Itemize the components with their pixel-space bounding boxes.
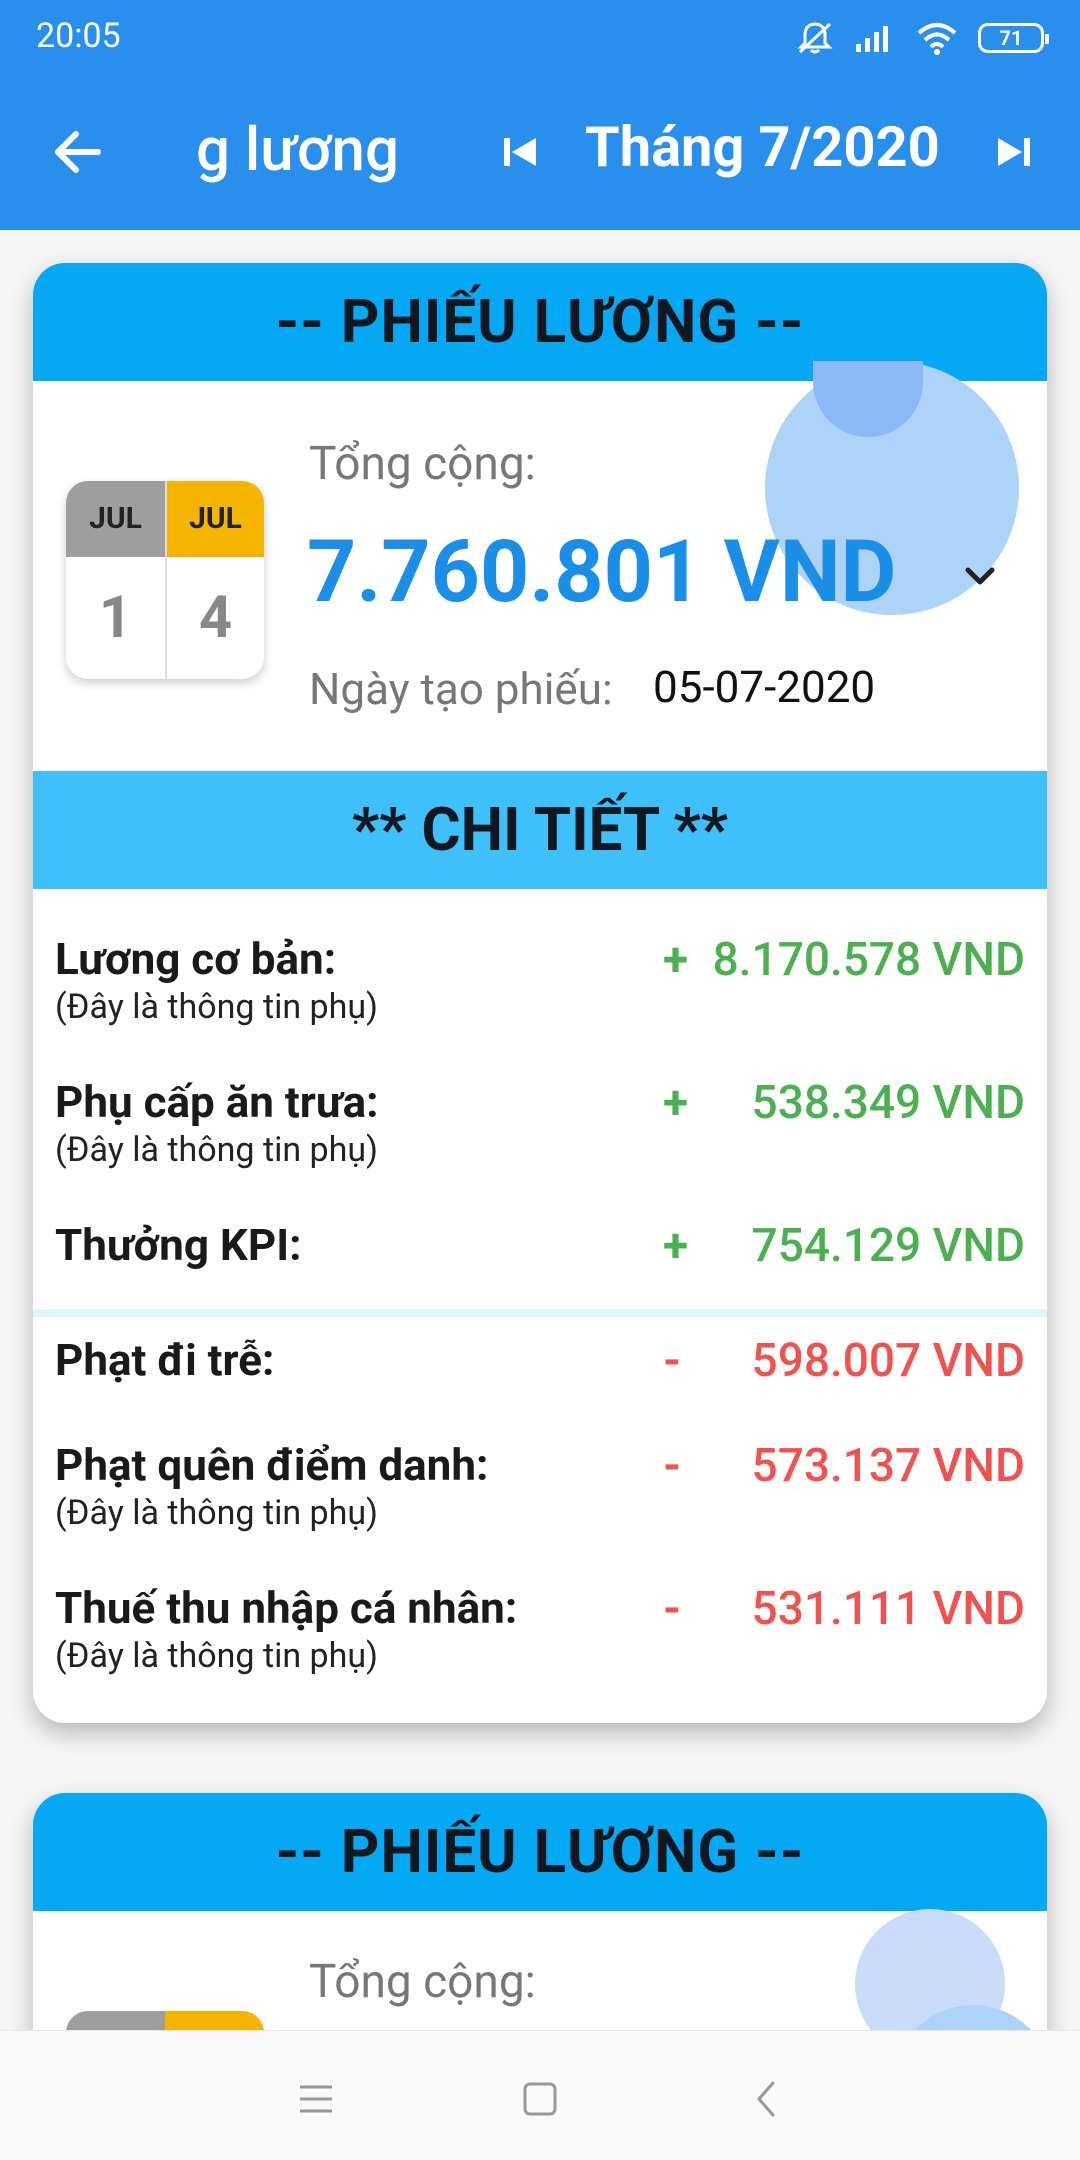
battery-icon: 71 (978, 23, 1049, 53)
detail-header: ** CHI TIẾT ** (33, 771, 1047, 889)
payslip-header: -- PHIẾU LƯƠNG -- (33, 1793, 1047, 1911)
calendar-start-day: 1 (98, 584, 133, 652)
payslip-card: -- PHIẾU LƯƠNG -- Tổng cộng: (33, 1793, 1047, 2030)
detail-row-kpi-bonus: Thưởng KPI: + 754.129 VND (55, 1219, 1025, 1273)
detail-amount: 754.129 VND (751, 1219, 1025, 1273)
detail-sign: + (663, 933, 689, 987)
detail-row-base-salary: Lương cơ bản: (Đây là thông tin phụ) + 8… (55, 933, 1025, 1027)
status-bar: 20:05 71 (0, 0, 1080, 76)
skip-next-icon[interactable] (984, 116, 1044, 188)
total-value: 7.760.801 VND (307, 521, 897, 622)
detail-sign: + (663, 1076, 689, 1130)
date-range-calendar-icon: JUL 1 JUL 4 (66, 481, 264, 679)
calendar-start-month: JUL (66, 481, 165, 557)
back-arrow-icon[interactable] (40, 116, 112, 188)
chevron-down-icon[interactable] (955, 551, 1005, 601)
date-range-calendar-icon (66, 2011, 264, 2030)
detail-amount: 8.170.578 VND (712, 933, 1025, 987)
system-nav-bar (0, 2030, 1080, 2160)
detail-amount: 531.111 VND (751, 1582, 1025, 1636)
detail-row-late-penalty: Phạt đi trễ: - 598.007 VND (55, 1334, 1025, 1388)
payslip-summary: JUL 1 JUL 4 Tổng cộng: 7.760.801 VND Ngà… (33, 361, 1047, 771)
calendar-end-month: JUL (167, 481, 264, 557)
signal-icon (856, 26, 888, 52)
detail-sign: - (663, 1439, 682, 1493)
back-icon[interactable] (737, 2069, 797, 2129)
detail-row-attendance-penalty: Phạt quên điểm danh: (Đây là thông tin p… (55, 1439, 1025, 1533)
calendar-start: JUL 1 (66, 481, 165, 679)
divider (33, 1309, 1047, 1317)
mute-icon (797, 22, 833, 54)
detail-sign: + (663, 1219, 689, 1273)
detail-row-lunch-allowance: Phụ cấp ăn trưa: (Đây là thông tin phụ) … (55, 1076, 1025, 1170)
skip-previous-icon[interactable] (490, 116, 550, 188)
home-icon[interactable] (510, 2069, 570, 2129)
payslip-card: -- PHIẾU LƯƠNG -- JUL 1 JUL 4 Tổng cộng:… (33, 263, 1047, 1723)
page-title: g lương (196, 114, 399, 185)
created-date-value: 05-07-2020 (653, 661, 876, 713)
created-date-label: Ngày tạo phiếu: (309, 663, 613, 715)
wifi-icon (917, 23, 957, 55)
total-label: Tổng cộng: (309, 437, 536, 491)
detail-sign: - (663, 1582, 682, 1636)
menu-icon[interactable] (286, 2069, 346, 2129)
app-bar: g lương Tháng 7/2020 (0, 76, 1080, 230)
payslip-list[interactable]: -- PHIẾU LƯƠNG -- JUL 1 JUL 4 Tổng cộng:… (0, 230, 1080, 2030)
detail-row-income-tax: Thuế thu nhập cá nhân: (Đây là thông tin… (55, 1582, 1025, 1676)
detail-sub: (Đây là thông tin phụ) (55, 987, 378, 1027)
calendar-end-day: 4 (198, 584, 233, 652)
detail-amount: 573.137 VND (751, 1439, 1025, 1493)
detail-sub: (Đây là thông tin phụ) (55, 1493, 378, 1533)
total-label: Tổng cộng: (309, 1955, 536, 2009)
calendar-end: JUL 4 (165, 481, 264, 679)
status-icons: 71 (796, 18, 1049, 58)
status-time: 20:05 (36, 16, 121, 56)
detail-amount: 598.007 VND (751, 1334, 1025, 1388)
detail-sub: (Đây là thông tin phụ) (55, 1636, 378, 1676)
month-label: Tháng 7/2020 (585, 114, 940, 180)
detail-amount: 538.349 VND (751, 1076, 1025, 1130)
detail-sign: - (663, 1334, 682, 1388)
detail-sub: (Đây là thông tin phụ) (55, 1130, 378, 1170)
payslip-summary: Tổng cộng: (33, 1909, 1047, 2030)
